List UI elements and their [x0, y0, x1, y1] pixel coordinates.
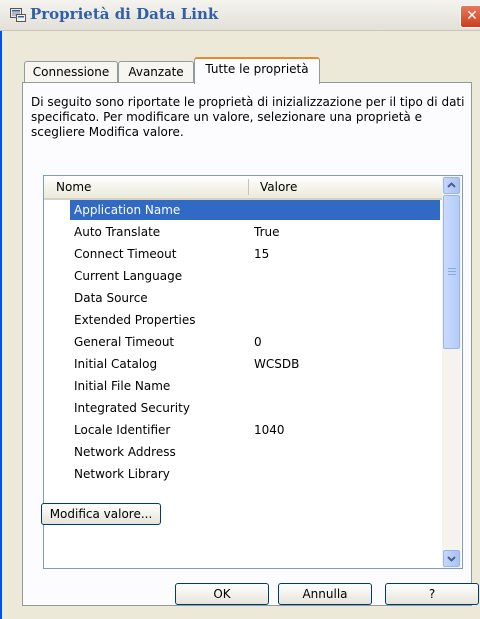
button-label: Modifica valore... — [49, 507, 153, 521]
property-name: Network Address — [74, 445, 176, 459]
table-row[interactable]: Network Library — [44, 464, 442, 486]
edit-value-button[interactable]: Modifica valore... — [41, 503, 161, 525]
list-rows: Application Name Auto Translate True Con… — [44, 200, 442, 486]
table-row[interactable]: Current Language — [44, 266, 442, 288]
table-row[interactable]: Extended Properties — [44, 310, 442, 332]
property-name: General Timeout — [74, 335, 175, 349]
chevron-up-icon — [447, 182, 456, 188]
table-row[interactable]: Data Source — [44, 288, 442, 310]
tab-label: Tutte le proprietà — [205, 62, 309, 76]
tab-label: Connessione — [32, 65, 110, 79]
table-row[interactable]: Network Address — [44, 442, 442, 464]
button-label: OK — [213, 587, 231, 601]
property-name: Integrated Security — [74, 401, 190, 415]
property-name: Connect Timeout — [74, 247, 177, 261]
table-row[interactable]: Initial File Name — [44, 376, 442, 398]
close-icon: ✕ — [466, 8, 478, 24]
scroll-up-button[interactable] — [443, 177, 460, 194]
table-row[interactable]: Locale Identifier 1040 — [44, 420, 442, 442]
column-header-valore[interactable]: Valore — [260, 180, 297, 194]
ok-button[interactable]: OK — [175, 583, 269, 605]
close-button[interactable]: ✕ — [460, 5, 480, 28]
table-row[interactable]: Initial Catalog WCSDB — [44, 354, 442, 376]
property-name: Initial File Name — [74, 379, 171, 393]
property-name: Data Source — [74, 291, 148, 305]
thumb-grip — [448, 271, 456, 272]
property-name: Initial Catalog — [74, 357, 158, 371]
property-name: Current Language — [74, 269, 183, 283]
scroll-down-button[interactable] — [443, 550, 460, 567]
tab-avanzate[interactable]: Avanzate — [118, 61, 194, 83]
tab-tutte-le-proprieta[interactable]: Tutte le proprietà — [194, 57, 320, 84]
title-bar[interactable]: Proprietà di Data Link ✕ — [0, 0, 480, 31]
datalink-window-icon — [10, 8, 26, 22]
tab-connessione[interactable]: Connessione — [24, 61, 118, 83]
property-value: True — [254, 225, 280, 239]
tab-panel: Di seguito sono riportate le proprietà d… — [22, 82, 472, 606]
property-value: WCSDB — [254, 357, 300, 371]
thumb-grip — [448, 268, 456, 269]
table-row[interactable]: Connect Timeout 15 — [44, 244, 442, 266]
property-name: Locale Identifier — [74, 423, 171, 437]
property-value: 15 — [254, 247, 270, 261]
table-row[interactable]: General Timeout 0 — [44, 332, 442, 354]
table-row[interactable]: Auto Translate True — [44, 222, 442, 244]
window-left-border — [0, 30, 2, 619]
tab-label: Avanzate — [128, 65, 184, 79]
table-row[interactable]: Application Name — [44, 200, 442, 222]
cancel-button[interactable]: Annulla — [278, 583, 372, 605]
window-title: Proprietà di Data Link — [30, 5, 219, 23]
list-header: Nome Valore — [44, 176, 442, 200]
scroll-thumb[interactable] — [443, 195, 460, 349]
property-value: 0 — [254, 335, 262, 349]
button-label: ? — [428, 587, 436, 601]
column-divider[interactable] — [248, 179, 249, 195]
vertical-scrollbar[interactable] — [442, 176, 461, 568]
thumb-grip — [448, 274, 456, 275]
button-label: Annulla — [302, 587, 348, 601]
property-name: Extended Properties — [74, 313, 196, 327]
table-row[interactable]: Integrated Security — [44, 398, 442, 420]
description-text: Di seguito sono riportate le proprietà d… — [31, 95, 465, 139]
help-button[interactable]: ? — [385, 583, 479, 605]
chevron-down-icon — [447, 556, 456, 562]
property-name: Auto Translate — [74, 225, 161, 239]
column-header-nome[interactable]: Nome — [56, 180, 91, 194]
property-value: 1040 — [254, 423, 285, 437]
property-name: Network Library — [74, 467, 170, 481]
property-name: Application Name — [70, 200, 440, 220]
